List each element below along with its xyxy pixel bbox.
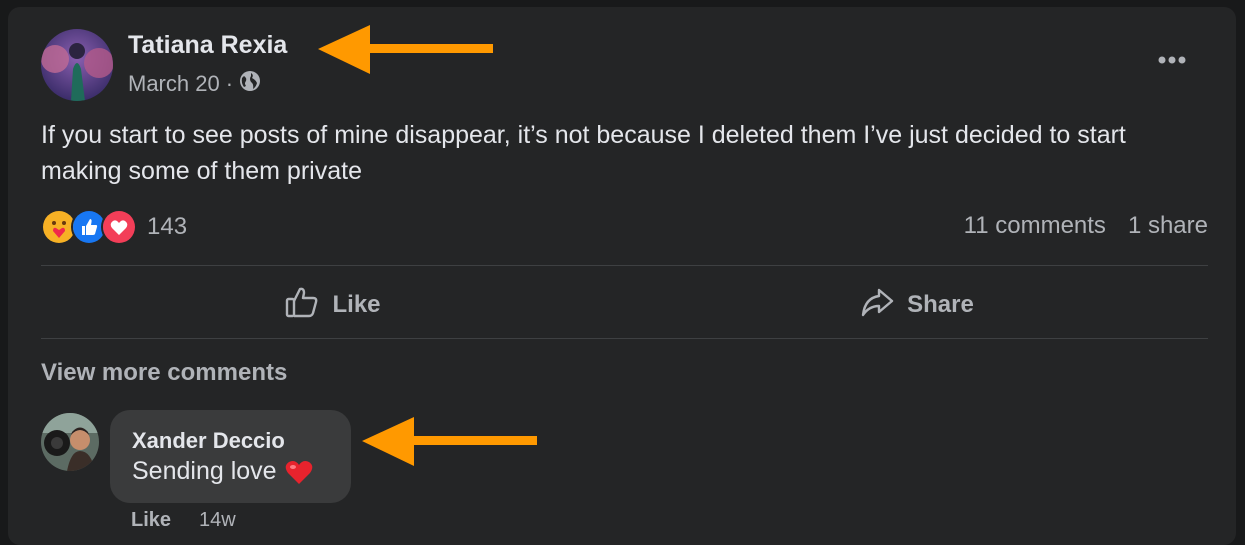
share-button[interactable]: Share	[625, 275, 1208, 335]
more-options-icon[interactable]	[1152, 45, 1192, 75]
reaction-summary[interactable]: 143	[41, 209, 187, 245]
post-text: If you start to see posts of mine disapp…	[41, 121, 1126, 185]
comment-text: Sending love ❤️	[132, 457, 313, 486]
comment-author[interactable]: Xander Deccio	[132, 428, 285, 454]
meta-separator: ·	[225, 71, 234, 96]
love-reaction-icon	[101, 209, 137, 245]
view-more-comments-link[interactable]: View more comments	[41, 359, 287, 387]
author-avatar[interactable]	[41, 29, 113, 101]
divider-top	[41, 265, 1208, 266]
comment-age[interactable]: 14w	[199, 509, 236, 532]
shares-count[interactable]: 1 share	[1128, 212, 1208, 240]
author-name[interactable]: Tatiana Rexia	[128, 31, 287, 60]
heart-icon	[285, 460, 312, 484]
globe-icon	[239, 70, 261, 98]
comments-count[interactable]: 11 comments	[964, 212, 1106, 240]
divider-bottom	[41, 338, 1208, 339]
post-card: Tatiana Rexia March 20 · If you start to…	[8, 7, 1236, 545]
like-label: Like	[332, 291, 381, 318]
comment-like-button[interactable]: Like	[131, 509, 171, 532]
post-meta: March 20 ·	[128, 70, 261, 98]
share-arrow-icon	[859, 284, 895, 327]
annotation-arrow-icon	[362, 417, 537, 466]
thumbs-up-icon	[284, 284, 320, 327]
like-button[interactable]: Like	[41, 275, 624, 335]
post-stats: 11 comments 1 share	[964, 212, 1208, 240]
comment-body: Sending love	[132, 457, 277, 485]
comment-bubble: Xander Deccio Sending love ❤️	[110, 410, 351, 503]
share-label: Share	[907, 291, 974, 318]
annotation-arrow-icon	[318, 25, 493, 74]
reaction-count: 143	[147, 213, 188, 240]
commenter-avatar[interactable]	[41, 413, 99, 471]
comment-actions: Like 14w	[131, 509, 236, 532]
post-date[interactable]: March 20	[128, 71, 220, 97]
